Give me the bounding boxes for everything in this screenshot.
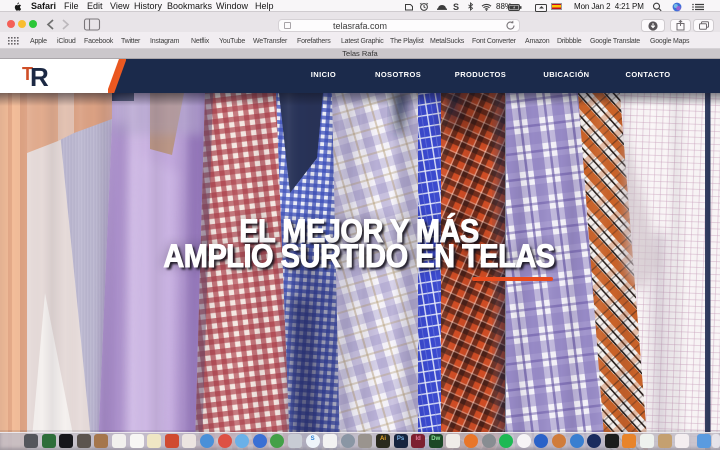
svg-text:S: S — [453, 2, 459, 11]
